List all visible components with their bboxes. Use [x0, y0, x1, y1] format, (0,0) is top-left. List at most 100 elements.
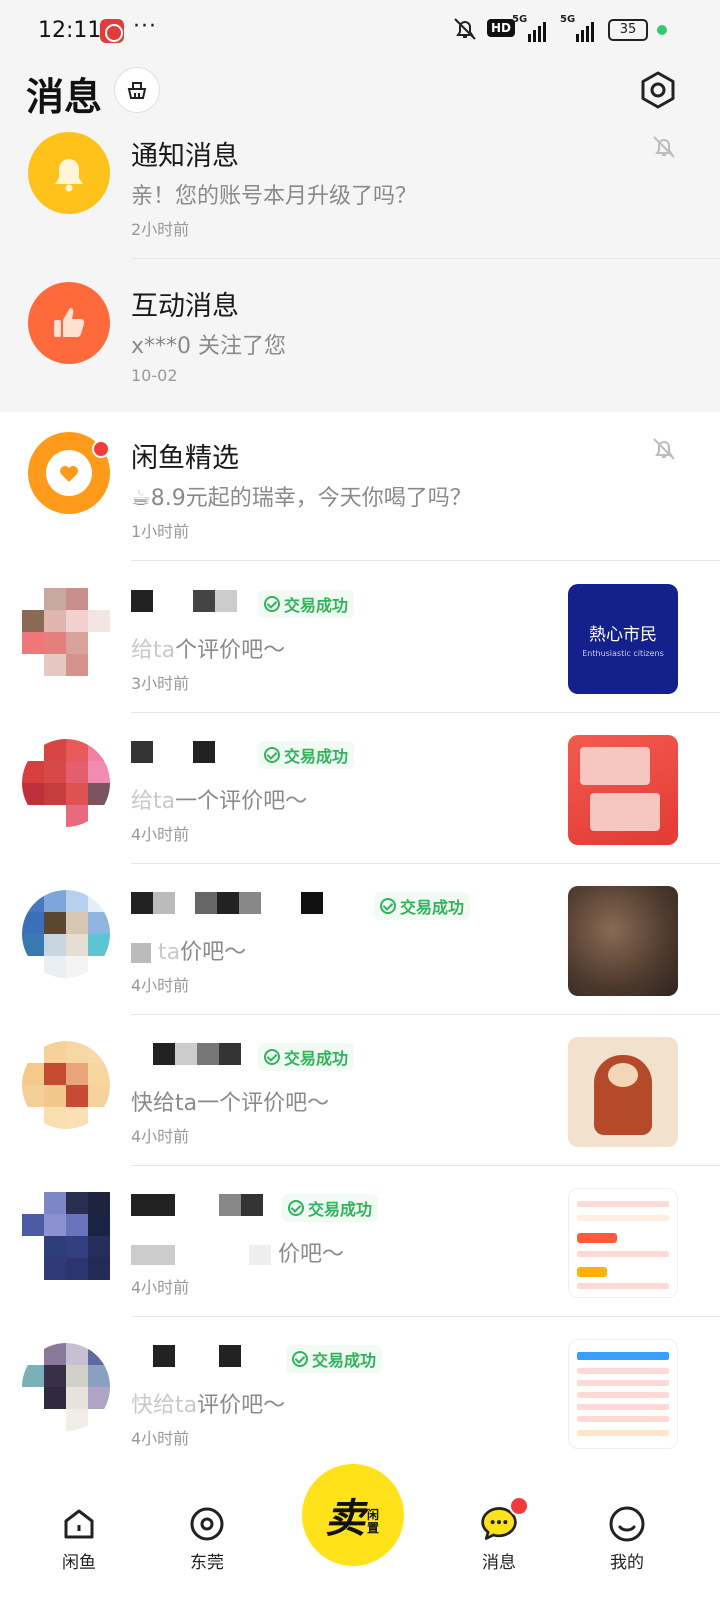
unread-dot — [92, 440, 110, 458]
broom-icon — [127, 82, 147, 99]
tab-local[interactable]: 东莞 — [162, 1504, 252, 1573]
item-thumbnail — [568, 1188, 678, 1298]
conversation-preview: 亲！您的账号本月升级了吗？ — [131, 184, 418, 209]
conversation-interactions[interactable]: 互动消息 x***0 关注了您 10-02 — [0, 282, 720, 434]
conversation-trade[interactable]: 交易成功 快给ta一个评价吧～ 4小时前 — [0, 1037, 720, 1189]
avatar — [22, 1041, 110, 1129]
conversation-preview: 价吧～ — [131, 1236, 344, 1268]
conversation-preview: 给ta一个评价吧～ — [131, 789, 308, 814]
conversation-title: 互动消息 — [131, 291, 239, 322]
conversation-time: 10-02 — [131, 366, 178, 385]
item-thumbnail: 熱心市民 Enthusiastic citizens — [568, 584, 678, 694]
trade-success-badge: 交易成功 — [258, 590, 355, 618]
user-name-masked — [131, 1345, 241, 1369]
unread-dot — [509, 1496, 529, 1516]
conversation-preview: 给ta个评价吧～ — [131, 638, 286, 663]
location-icon — [190, 1507, 224, 1541]
user-name-masked — [131, 1043, 241, 1067]
avatar — [22, 1192, 110, 1280]
item-thumbnail — [568, 735, 678, 845]
avatar — [28, 282, 110, 364]
mute-icon — [653, 438, 675, 460]
bell-icon — [55, 159, 83, 192]
bottom-tab-bar: 闲鱼 东莞 卖 闲置 消息 我的 — [0, 1464, 720, 1600]
check-circle-icon — [264, 747, 280, 763]
conversation-time: 2小时前 — [131, 220, 190, 239]
avatar — [22, 1343, 110, 1431]
conversation-time: 3小时前 — [131, 674, 190, 693]
item-thumbnail — [568, 1037, 678, 1147]
conversation-preview: ☕8.9元起的瑞幸，今天你喝了吗？ — [131, 486, 472, 511]
trade-success-badge: 交易成功 — [258, 741, 355, 769]
item-thumbnail — [568, 1339, 678, 1449]
tab-label: 我的 — [610, 1553, 644, 1573]
battery-icon: 35 — [608, 19, 648, 41]
header: 消息 — [0, 62, 720, 132]
divider — [131, 1014, 720, 1015]
check-circle-icon — [380, 898, 396, 914]
sell-button[interactable]: 卖 闲置 — [302, 1464, 404, 1566]
status-bar: 12:11 ··· HD 5G 5G 35 — [0, 0, 720, 62]
user-name-masked — [131, 590, 237, 614]
conversation-preview: 快给ta评价吧～ — [131, 1393, 286, 1418]
item-thumbnail — [568, 886, 678, 996]
avatar — [22, 739, 110, 827]
clear-unread-button[interactable] — [114, 67, 160, 113]
conversation-trade[interactable]: 交易成功 给ta个评价吧～ 3小时前 熱心市民 Enthusiastic cit… — [0, 584, 720, 736]
sell-label: 卖 — [325, 1496, 365, 1542]
thumbs-up-icon — [54, 308, 85, 337]
conversation-title: 闲鱼精选 — [131, 443, 239, 474]
trade-success-badge: 交易成功 — [286, 1345, 383, 1373]
page-title: 消息 — [26, 75, 103, 119]
conversation-title: 通知消息 — [131, 141, 239, 172]
trade-success-badge: 交易成功 — [282, 1194, 379, 1222]
privacy-indicator-dot — [657, 25, 667, 35]
conversation-preview: ta价吧～ — [131, 934, 246, 966]
tab-label: 闲鱼 — [62, 1553, 96, 1573]
bell-off-icon — [454, 18, 476, 40]
conversation-time: 4小时前 — [131, 1127, 190, 1146]
divider — [131, 712, 720, 713]
hd-voice-icon: HD — [487, 19, 516, 37]
app-notification-icon — [100, 19, 124, 43]
conversation-trade[interactable]: 交易成功 价吧～ 4小时前 — [0, 1188, 720, 1340]
check-circle-icon — [264, 1049, 280, 1065]
check-circle-icon — [264, 596, 280, 612]
tab-messages[interactable]: 消息 — [454, 1496, 544, 1573]
mute-icon — [653, 136, 675, 158]
heart-icon — [46, 450, 92, 496]
conversation-featured[interactable]: 闲鱼精选 ☕8.9元起的瑞幸，今天你喝了吗？ 1小时前 — [0, 432, 720, 584]
divider — [131, 1316, 720, 1317]
conversation-time: 1小时前 — [131, 522, 190, 541]
conversation-preview: 快给ta一个评价吧～ — [131, 1091, 330, 1116]
avatar — [28, 132, 110, 214]
signal-icon: 5G — [512, 14, 546, 42]
avatar — [22, 588, 110, 676]
check-circle-icon — [292, 1351, 308, 1367]
conversation-preview: x***0 关注了您 — [131, 334, 287, 359]
sell-sublabel: 闲置 — [367, 1508, 380, 1535]
tab-label: 东莞 — [190, 1553, 224, 1573]
conversation-time: 4小时前 — [131, 976, 190, 995]
divider — [131, 258, 720, 259]
settings-button[interactable] — [636, 68, 680, 112]
divider — [131, 863, 720, 864]
divider — [131, 1165, 720, 1166]
tab-profile[interactable]: 我的 — [582, 1504, 672, 1573]
tab-label: 消息 — [482, 1553, 516, 1573]
more-notifications-icon: ··· — [133, 14, 157, 39]
avatar — [22, 890, 110, 978]
conversation-time: 4小时前 — [131, 1429, 190, 1448]
signal-icon-2: 5G — [560, 14, 594, 42]
conversation-trade[interactable]: 交易成功 ta价吧～ 4小时前 — [0, 886, 720, 1038]
status-time: 12:11 — [38, 18, 102, 43]
conversation-trade[interactable]: 交易成功 给ta一个评价吧～ 4小时前 — [0, 735, 720, 887]
tab-home[interactable]: 闲鱼 — [34, 1504, 124, 1573]
user-name-masked — [131, 741, 215, 765]
profile-icon — [609, 1506, 645, 1542]
user-name-masked — [131, 1194, 263, 1218]
trade-success-badge: 交易成功 — [258, 1043, 355, 1071]
divider — [131, 560, 720, 561]
conversation-notifications[interactable]: 通知消息 亲！您的账号本月升级了吗？ 2小时前 — [0, 132, 720, 284]
trade-success-badge: 交易成功 — [374, 892, 471, 920]
